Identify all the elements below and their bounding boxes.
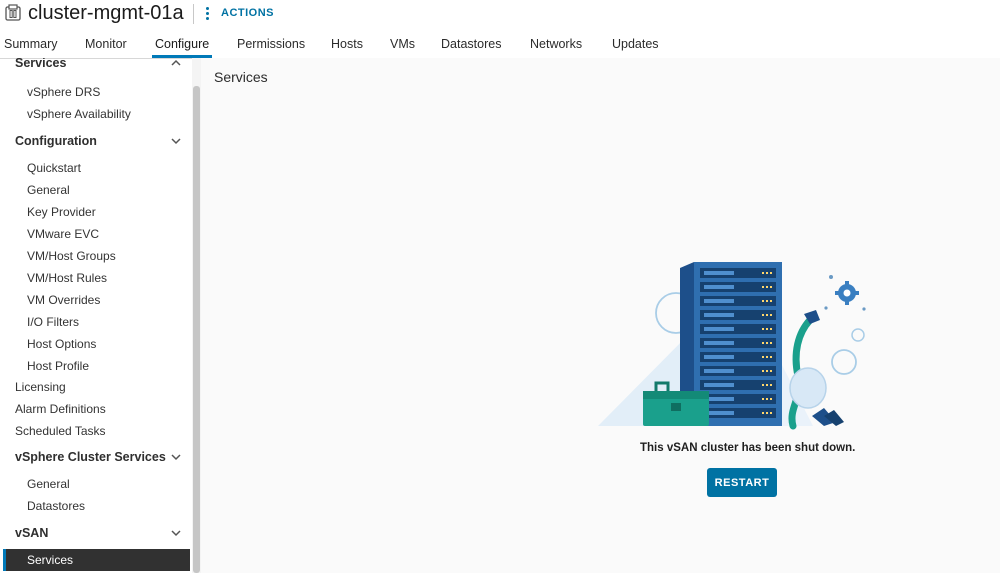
object-header: cluster-mgmt-01a ACTIONS: [0, 0, 1000, 30]
chevron-up-icon[interactable]: [170, 58, 182, 69]
sidebar-item-vm-host-rules[interactable]: VM/Host Rules: [27, 271, 107, 285]
sidebar-item-vm-overrides[interactable]: VM Overrides: [27, 293, 100, 307]
sidebar-scrollbar-thumb[interactable]: [193, 86, 200, 573]
tab-permissions[interactable]: Permissions: [237, 37, 305, 51]
actions-button[interactable]: ACTIONS: [206, 5, 274, 21]
tab-hosts[interactable]: Hosts: [331, 37, 363, 51]
sidebar-item-vsan-services-label[interactable]: Services: [27, 553, 73, 567]
sidebar-item-vcls-datastores[interactable]: Datastores: [27, 499, 85, 513]
shutdown-message: This vSAN cluster has been shut down.: [640, 442, 856, 454]
sidebar-item-scheduled-tasks[interactable]: Scheduled Tasks: [15, 424, 106, 438]
sidebar-item-vcls-general[interactable]: General: [27, 477, 70, 491]
restart-button[interactable]: RESTART: [707, 468, 777, 497]
cluster-icon: [5, 4, 21, 21]
sidebar-item-io-filters[interactable]: I/O Filters: [27, 315, 79, 329]
tab-vms[interactable]: VMs: [390, 37, 415, 51]
chevron-down-icon[interactable]: [170, 135, 182, 147]
tab-networks[interactable]: Networks: [530, 37, 582, 51]
sidebar-item-vsphere-availability[interactable]: vSphere Availability: [27, 107, 131, 121]
sidebar-nav: Services vSphere DRS vSphere Availabilit…: [0, 58, 192, 573]
active-item-indicator: [3, 549, 6, 571]
tab-datastores[interactable]: Datastores: [441, 37, 501, 51]
sidebar-item-key-provider[interactable]: Key Provider: [27, 205, 96, 219]
gear-icon: [835, 281, 859, 305]
sidebar-item-quickstart[interactable]: Quickstart: [27, 161, 81, 175]
section-title: Services: [214, 69, 268, 85]
sidebar-item-host-options[interactable]: Host Options: [27, 337, 96, 351]
tab-updates[interactable]: Updates: [612, 37, 659, 51]
tab-configure[interactable]: Configure: [155, 37, 209, 51]
header-divider: [193, 4, 194, 24]
sidebar-item-vsphere-drs[interactable]: vSphere DRS: [27, 85, 100, 99]
tab-summary[interactable]: Summary: [4, 37, 57, 51]
sidebar-item-general[interactable]: General: [27, 183, 70, 197]
tab-monitor[interactable]: Monitor: [85, 37, 127, 51]
chevron-down-icon[interactable]: [170, 527, 182, 539]
sidebar-item-vm-host-groups[interactable]: VM/Host Groups: [27, 249, 116, 263]
sidebar-group-services[interactable]: Services: [15, 58, 66, 70]
tab-bar: Summary Monitor Configure Permissions Ho…: [0, 30, 1000, 59]
sidebar-item-licensing[interactable]: Licensing: [15, 380, 66, 394]
sidebar-group-vsphere-cluster-services[interactable]: vSphere Cluster Services: [15, 450, 166, 464]
sidebar-item-alarm-definitions[interactable]: Alarm Definitions: [15, 402, 106, 416]
chevron-down-icon[interactable]: [170, 451, 182, 463]
actions-label: ACTIONS: [221, 7, 274, 19]
sidebar-item-vmware-evc[interactable]: VMware EVC: [27, 227, 99, 241]
main-content: Services This vSAN cluster has been shut…: [201, 58, 1000, 573]
sidebar-group-vsan[interactable]: vSAN: [15, 526, 48, 540]
cluster-shutdown-illustration: [598, 262, 866, 430]
page-title: cluster-mgmt-01a: [28, 2, 184, 24]
sidebar-item-host-profile[interactable]: Host Profile: [27, 359, 89, 373]
kebab-menu-icon: [206, 6, 209, 20]
sidebar-group-configuration[interactable]: Configuration: [15, 134, 97, 148]
